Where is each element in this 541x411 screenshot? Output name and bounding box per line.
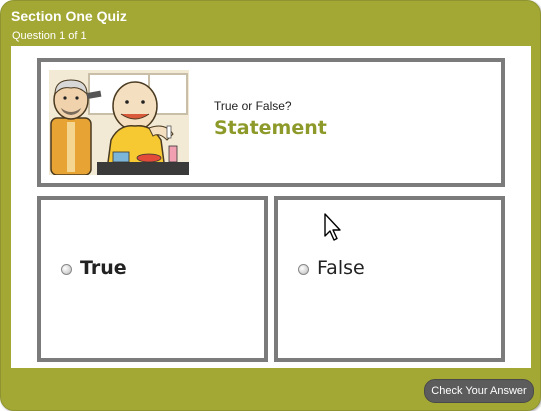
mouse-cursor-icon: [324, 213, 341, 241]
question-statement: Statement: [214, 117, 327, 139]
check-answer-button[interactable]: Check Your Answer: [424, 379, 534, 403]
answer-option-false[interactable]: False: [274, 196, 505, 362]
radio-true[interactable]: [61, 264, 72, 275]
question-counter: Question 1 of 1: [12, 30, 87, 42]
answer-label-false: False: [317, 257, 365, 279]
quiz-title: Section One Quiz: [11, 8, 127, 24]
quiz-content: True or False? Statement True False: [11, 46, 531, 368]
question-illustration-image: [49, 70, 189, 175]
quiz-frame: Section One Quiz Question 1 of 1 True or…: [0, 0, 541, 411]
radio-false[interactable]: [298, 264, 309, 275]
question-panel: True or False? Statement: [37, 58, 505, 187]
answer-option-true[interactable]: True: [37, 196, 268, 362]
answer-label-true: True: [80, 257, 127, 279]
question-prompt: True or False?: [214, 99, 292, 113]
